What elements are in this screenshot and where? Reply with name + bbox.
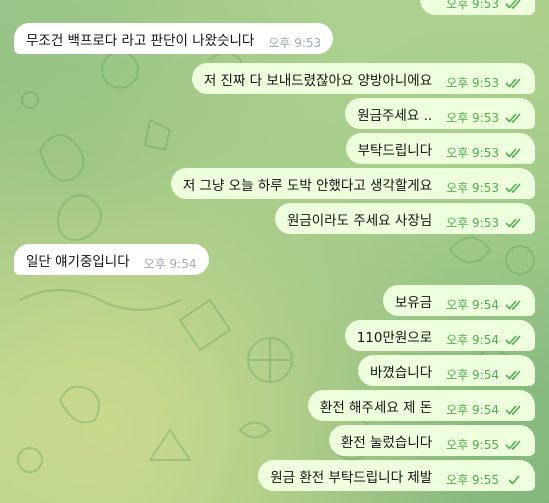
message-text: 원금주세요 ..: [357, 107, 433, 124]
message-text: 일단 얘기중입니다: [26, 253, 130, 270]
message-text: 보유금: [394, 294, 433, 311]
message-text: 부탁드립니다: [357, 142, 433, 159]
message-bubble-outgoing[interactable]: 바꼈습니다 오후 9:54: [358, 355, 535, 386]
message-bubble-outgoing[interactable]: 오후 9:53: [420, 0, 535, 15]
message-text: 저 진짜 다 보내드렸잖아요 양방아니에요: [203, 72, 433, 89]
message-time: 오후 9:54: [446, 333, 499, 347]
message-time: 오후 9:54: [446, 368, 499, 382]
message-text: 무조건 백프로다 라고 판단이 나왔슷니다: [26, 32, 255, 49]
message-time: 오후 9:53: [446, 0, 499, 11]
double-check-icon: [505, 0, 521, 9]
message-bubble-outgoing[interactable]: 원금이라도 주세요 사장님 오후 9:53: [274, 203, 535, 234]
message-bubble-outgoing[interactable]: 보유금 오후 9:54: [382, 285, 535, 316]
message-time: 오후 9:53: [446, 181, 499, 195]
double-check-icon: [505, 217, 521, 228]
message-time: 오후 9:54: [143, 257, 197, 271]
message-time: 오후 9:53: [446, 76, 499, 90]
message-time: 오후 9:53: [446, 216, 499, 230]
message-text: 원금 환전 부탁드립니다 제발: [270, 469, 433, 486]
message-bubble-outgoing[interactable]: 부탁드립니다 오후 9:53: [345, 133, 535, 164]
message-time: 오후 9:53: [446, 111, 499, 125]
message-time: 오후 9:53: [268, 36, 322, 50]
message-text: 110만원으로: [356, 329, 433, 346]
message-text: 환전 눌렀습니다: [340, 434, 433, 451]
message-text: 환전 해주세요 제 돈: [319, 399, 433, 416]
single-check-icon: [508, 474, 520, 485]
message-bubble-incoming[interactable]: 일단 얘기중입니다 오후 9:54: [14, 244, 209, 275]
double-check-icon: [505, 369, 521, 380]
double-check-icon: [505, 439, 521, 450]
message-bubble-incoming[interactable]: 무조건 백프로다 라고 판단이 나왔슷니다 오후 9:53: [14, 23, 334, 54]
message-time: 오후 9:55: [446, 473, 499, 487]
double-check-icon: [505, 334, 521, 345]
message-bubble-outgoing[interactable]: 원금 환전 부탁드립니다 제발 오후 9:55: [258, 460, 535, 491]
message-bubble-outgoing[interactable]: 환전 해주세요 제 돈 오후 9:54: [307, 390, 535, 421]
double-check-icon: [505, 182, 521, 193]
message-list[interactable]: 오후 9:53 무조건 백프로다 라고 판단이 나왔슷니다 오후 9:53 저 …: [0, 0, 549, 503]
double-check-icon: [505, 404, 521, 415]
message-time: 오후 9:53: [446, 146, 499, 160]
double-check-icon: [505, 112, 521, 123]
message-time: 오후 9:55: [446, 438, 499, 452]
double-check-icon: [505, 147, 521, 158]
message-bubble-outgoing[interactable]: 환전 눌렀습니다 오후 9:55: [328, 425, 535, 456]
message-text: 원금이라도 주세요 사장님: [286, 212, 433, 229]
message-time: 오후 9:54: [446, 298, 499, 312]
message-time: 오후 9:54: [446, 403, 499, 417]
message-bubble-outgoing[interactable]: 저 진짜 다 보내드렸잖아요 양방아니에요 오후 9:53: [191, 63, 535, 94]
message-bubble-outgoing[interactable]: 110만원으로 오후 9:54: [344, 320, 535, 351]
message-bubble-outgoing[interactable]: 원금주세요 .. 오후 9:53: [345, 98, 535, 129]
message-bubble-outgoing[interactable]: 저 그냥 오늘 하루 도박 안했다고 생각할게요 오후 9:53: [170, 168, 535, 199]
message-text: 바꼈습니다: [370, 364, 433, 381]
double-check-icon: [505, 299, 521, 310]
double-check-icon: [505, 77, 521, 88]
message-text: 저 그냥 오늘 하루 도박 안했다고 생각할게요: [182, 177, 433, 194]
